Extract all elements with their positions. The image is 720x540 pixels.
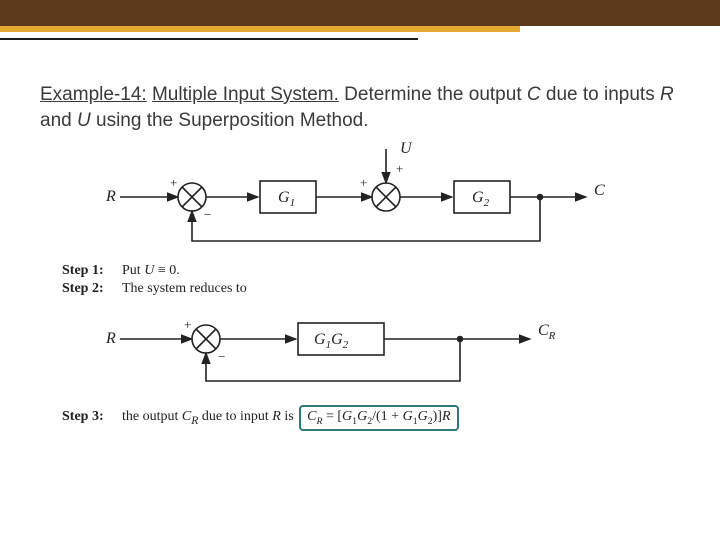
var-c: C [527, 84, 541, 105]
step3-text: the output CR due to input R is CR = [G1… [122, 405, 459, 431]
title-underlined: Multiple Input System. [152, 84, 339, 105]
block-diagram-1: R U C G1 G2 + − + + [100, 137, 620, 257]
black-line [0, 38, 418, 40]
title-block: Example-14: Multiple Input System. Deter… [40, 82, 680, 133]
result-formula-box: CR = [G1G2/(1 + G1G2)]R [299, 405, 458, 431]
d2-plus: + [184, 317, 191, 332]
brown-bar [0, 0, 720, 26]
step1-text: Put U ≡ 0. [122, 263, 180, 279]
d1-C: C [594, 182, 605, 199]
var-u: U [77, 110, 91, 131]
title-and: and [40, 110, 77, 131]
d1-plus2: + [360, 175, 367, 190]
block-diagram-2: R CR G1G2 + − [100, 299, 620, 399]
d2-minus: − [218, 349, 225, 364]
step2-text: The system reduces to [122, 281, 247, 297]
title-body-1: Determine the output [344, 84, 527, 105]
title-body-2: due to inputs [541, 84, 660, 105]
gold-bar [0, 26, 520, 32]
step-3: Step 3: the output CR due to input R is … [62, 405, 680, 431]
d1-R: R [105, 188, 116, 205]
d2-R: R [105, 330, 116, 347]
d2-CR: CR [538, 322, 556, 342]
var-r: R [660, 84, 674, 105]
d1-minus1: − [204, 207, 211, 222]
title-body-3: using the Superposition Method. [91, 110, 369, 131]
d1-plus1: + [170, 175, 177, 190]
d1-plus3: + [396, 161, 403, 176]
steps-1-2: Step 1: Put U ≡ 0. Step 2: The system re… [62, 263, 680, 297]
header-bars [0, 0, 720, 40]
step3-label: Step 3: [62, 409, 122, 425]
example-label: Example-14: [40, 84, 147, 105]
step2-label: Step 2: [62, 281, 122, 297]
d1-U: U [400, 140, 413, 157]
step1-label: Step 1: [62, 263, 122, 279]
content: Example-14: Multiple Input System. Deter… [40, 82, 680, 433]
